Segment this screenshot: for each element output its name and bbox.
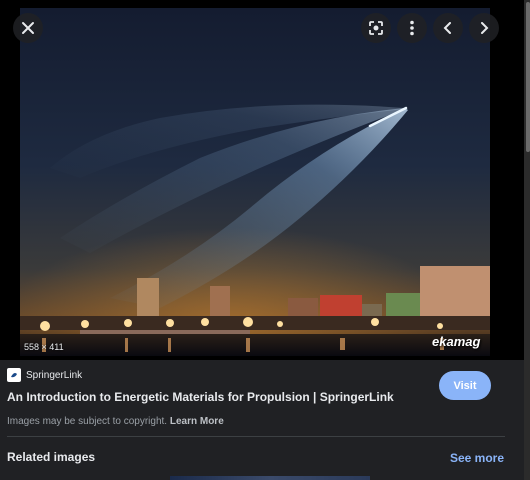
preview-image[interactable]	[20, 8, 490, 356]
more-vert-icon	[410, 20, 414, 36]
divider	[7, 436, 505, 437]
more-options-button[interactable]	[397, 13, 427, 43]
springer-favicon-icon	[7, 368, 21, 382]
lens-icon	[369, 21, 383, 35]
image-preview-area: 558 × 411 ekamag	[0, 0, 524, 360]
source-info[interactable]: SpringerLink	[7, 368, 82, 382]
copyright-text: Images may be subject to copyright.	[7, 416, 170, 427]
image-watermark: ekamag	[432, 334, 481, 349]
copyright-notice: Images may be subject to copyright. Lear…	[7, 416, 224, 427]
related-image-thumbnail[interactable]	[170, 476, 370, 480]
chevron-right-icon	[481, 22, 489, 34]
related-images-heading: Related images	[7, 450, 96, 464]
image-dimensions: 558 × 411	[24, 342, 64, 352]
scrollbar-thumb[interactable]	[526, 2, 530, 152]
chevron-left-icon	[443, 22, 451, 34]
close-icon	[22, 22, 34, 34]
page-title-link[interactable]: An Introduction to Energetic Materials f…	[7, 390, 394, 404]
scrollbar[interactable]	[524, 0, 530, 480]
visit-button[interactable]: Visit	[439, 371, 491, 400]
close-button[interactable]	[13, 13, 43, 43]
next-image-button[interactable]	[469, 13, 499, 43]
see-more-link[interactable]: See more	[450, 451, 504, 465]
learn-more-link[interactable]: Learn More	[170, 416, 224, 427]
image-viewer-panel: 558 × 411 ekamag SpringerLink An Introdu…	[0, 0, 524, 480]
search-with-lens-button[interactable]	[361, 13, 391, 43]
previous-image-button[interactable]	[433, 13, 463, 43]
source-name: SpringerLink	[26, 369, 83, 381]
